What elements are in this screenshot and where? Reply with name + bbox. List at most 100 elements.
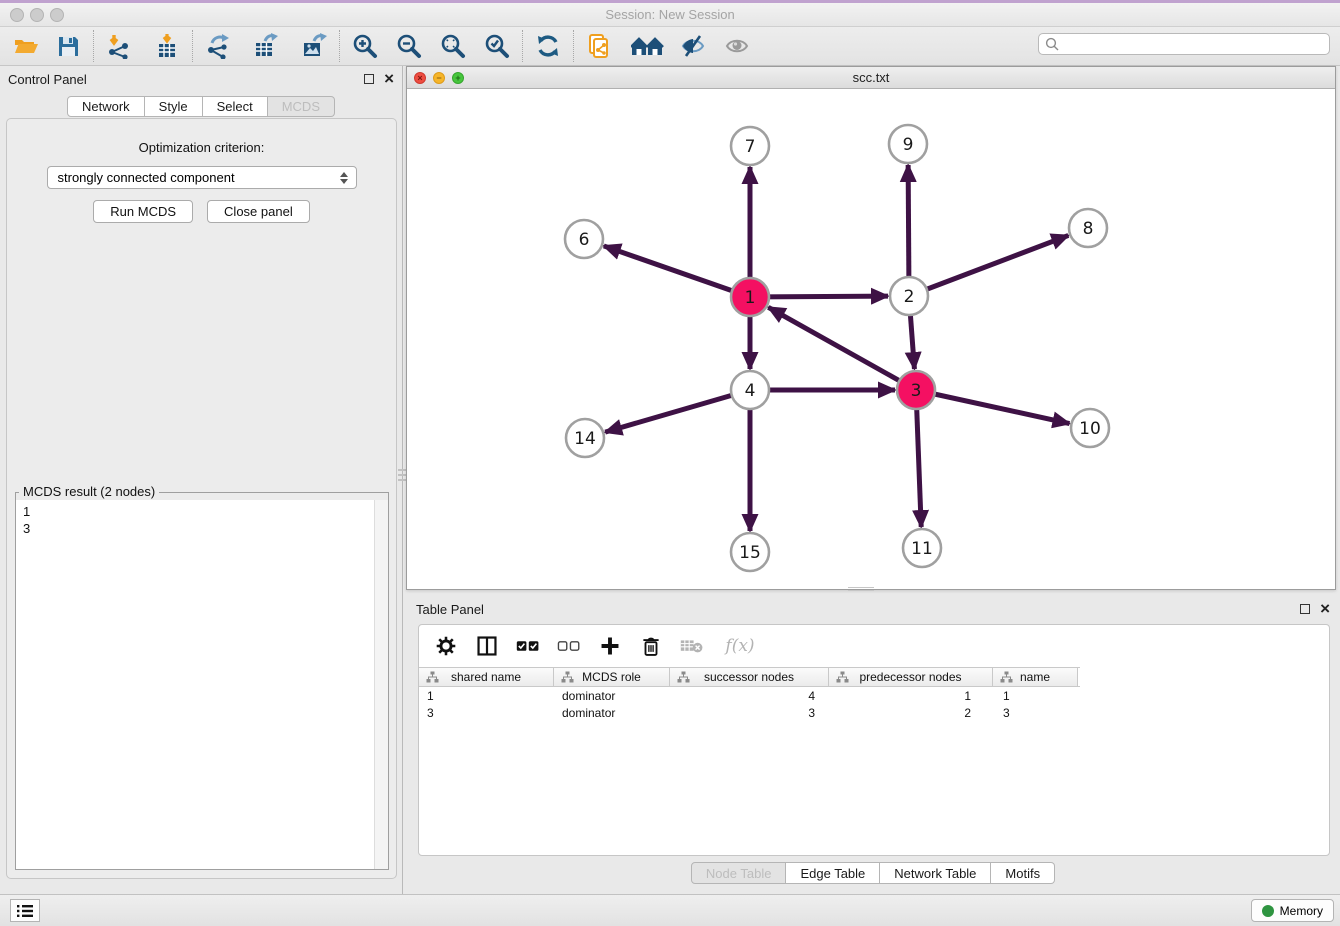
table-cell[interactable]: 1: [419, 687, 554, 704]
select-all-icon[interactable]: [515, 633, 541, 659]
network-window-titlebar[interactable]: scc.txt × − +: [407, 67, 1335, 89]
column-header-successor-nodes[interactable]: successor nodes: [670, 668, 829, 686]
column-type-icon: [677, 671, 690, 683]
table-cell[interactable]: dominator: [554, 687, 670, 704]
panel-columns-icon[interactable]: [474, 633, 500, 659]
close-panel-button[interactable]: Close panel: [207, 200, 310, 223]
column-header-predecessor-nodes[interactable]: predecessor nodes: [829, 668, 993, 686]
column-header-label: successor nodes: [704, 670, 794, 684]
table-cell[interactable]: 1: [993, 687, 1078, 704]
network-maximize-icon[interactable]: +: [452, 72, 464, 84]
table-row[interactable]: 3dominator323: [419, 704, 1080, 721]
mcds-result-text[interactable]: 13: [16, 500, 374, 869]
edge-3-to-10[interactable]: [916, 390, 1069, 424]
column-header-MCDS-role[interactable]: MCDS role: [554, 668, 670, 686]
table-body: 1dominator4113dominator323: [419, 687, 1329, 721]
search-box[interactable]: [1038, 33, 1330, 55]
export-image-icon[interactable]: [296, 30, 332, 62]
function-builder-icon: f(x): [720, 633, 760, 659]
zoom-out-icon[interactable]: [391, 30, 427, 62]
magnifier-check-icon: [484, 33, 510, 59]
deselect-all-icon[interactable]: [556, 633, 582, 659]
mcds-result-box: MCDS result (2 nodes) 13: [15, 492, 389, 870]
mcds-panel: Optimization criterion: strongly connect…: [6, 118, 397, 879]
table-cell[interactable]: 3: [670, 704, 829, 721]
search-icon: [1045, 37, 1059, 51]
tab-select[interactable]: Select: [203, 96, 268, 117]
edge-3-to-1[interactable]: [768, 307, 916, 390]
import-network-icon-glyph: [106, 33, 132, 59]
open-file-icon[interactable]: [8, 30, 44, 62]
table-cell[interactable]: 3: [993, 704, 1078, 721]
table-cell[interactable]: 1: [829, 687, 993, 704]
table-float-icon[interactable]: [1300, 604, 1310, 614]
table-panel-tabs: Node TableEdge TableNetwork TableMotifs: [406, 862, 1340, 884]
node-label-4: 4: [745, 381, 756, 401]
table-cell[interactable]: 3: [419, 704, 554, 721]
float-panel-icon[interactable]: [364, 74, 374, 84]
table-cell[interactable]: dominator: [554, 704, 670, 721]
table-cell[interactable]: 4: [670, 687, 829, 704]
edge-1-to-2[interactable]: [750, 296, 888, 297]
first-neighbors-icon[interactable]: [627, 30, 669, 62]
import-network-icon[interactable]: [101, 30, 137, 62]
tab-node-table[interactable]: Node Table: [691, 862, 787, 884]
tab-style[interactable]: Style: [145, 96, 203, 117]
table-header-row: shared nameMCDS role successor nodes prede…: [419, 667, 1080, 687]
column-header-name[interactable]: name: [993, 668, 1078, 686]
column-header-shared-name[interactable]: shared name: [419, 668, 554, 686]
export-table-icon[interactable]: [248, 30, 284, 62]
split-panel-icon: [476, 635, 498, 657]
network-canvas[interactable]: 7968124314101511: [407, 89, 1335, 594]
edge-3-to-11[interactable]: [916, 390, 921, 527]
table-settings-icon[interactable]: [433, 633, 459, 659]
save-session-icon[interactable]: [50, 30, 86, 62]
mcds-result-scrollbar[interactable]: [374, 500, 388, 869]
table-row[interactable]: 1dominator411: [419, 687, 1080, 704]
tab-network-table[interactable]: Network Table: [880, 862, 991, 884]
main-toolbar: [0, 27, 1340, 66]
run-mcds-button[interactable]: Run MCDS: [93, 200, 193, 223]
export-network-icon[interactable]: [200, 30, 236, 62]
edge-1-to-6[interactable]: [604, 246, 750, 297]
trash-icon: [640, 635, 662, 657]
network-graph[interactable]: 7968124314101511: [407, 89, 1335, 589]
table-close-icon[interactable]: ×: [1320, 604, 1330, 614]
edge-4-to-14[interactable]: [605, 390, 750, 432]
close-panel-icon[interactable]: ×: [384, 74, 394, 84]
clone-network-icon-glyph: [586, 33, 612, 59]
export-image-icon-glyph: [301, 33, 327, 59]
clone-network-icon[interactable]: [581, 30, 617, 62]
tab-motifs[interactable]: Motifs: [991, 862, 1055, 884]
node-label-3: 3: [911, 381, 922, 401]
table-cell[interactable]: 2: [829, 704, 993, 721]
memory-button[interactable]: Memory: [1251, 899, 1334, 922]
zoom-in-icon[interactable]: [347, 30, 383, 62]
hide-selected-icon[interactable]: [675, 30, 711, 62]
tab-network[interactable]: Network: [67, 96, 145, 117]
mcds-result-title: MCDS result (2 nodes): [19, 484, 159, 499]
horizontal-splitter-grip[interactable]: [848, 585, 874, 592]
tab-mcds[interactable]: MCDS: [268, 96, 335, 117]
tab-edge-table[interactable]: Edge Table: [786, 862, 880, 884]
edge-2-to-8[interactable]: [909, 235, 1068, 296]
network-window-title: scc.txt: [407, 70, 1335, 85]
eye-icon: [724, 33, 750, 59]
import-table-icon[interactable]: [149, 30, 185, 62]
apply-layout-icon[interactable]: [530, 30, 566, 62]
show-all-icon[interactable]: [719, 30, 755, 62]
selected-criterion: strongly connected component: [58, 170, 340, 185]
network-minimize-icon[interactable]: −: [433, 72, 445, 84]
task-history-button[interactable]: [10, 899, 40, 922]
column-type-icon: [1000, 671, 1013, 683]
magnifier-minus-icon: [396, 33, 422, 59]
floppy-disk-icon: [55, 33, 81, 59]
delete-column-icon[interactable]: [638, 633, 664, 659]
search-input[interactable]: [1064, 37, 1323, 51]
add-column-icon[interactable]: [597, 633, 623, 659]
plus-icon: [599, 635, 621, 657]
optimization-criterion-select[interactable]: strongly connected component: [47, 166, 357, 189]
network-close-icon[interactable]: ×: [414, 72, 426, 84]
zoom-selected-icon[interactable]: [479, 30, 515, 62]
zoom-fit-icon[interactable]: [435, 30, 471, 62]
